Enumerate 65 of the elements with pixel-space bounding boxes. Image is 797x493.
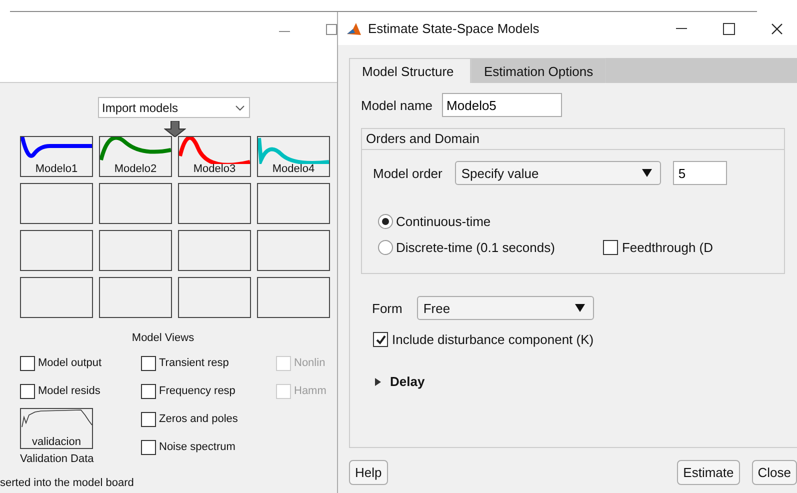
dropdown-arrow-icon <box>575 304 586 312</box>
model-tile[interactable]: Modelo2 <box>99 136 172 177</box>
model-order-dropdown[interactable]: Specify value <box>455 161 662 185</box>
empty-model-slot[interactable] <box>20 183 93 224</box>
dialog-button[interactable]: Close <box>752 460 797 485</box>
checkbox[interactable] <box>20 384 35 398</box>
checkbox[interactable] <box>373 332 388 347</box>
dropdown-arrow-icon <box>642 169 652 177</box>
checkbox-label[interactable]: Model resids <box>38 385 100 397</box>
radio-button[interactable] <box>378 240 393 255</box>
empty-model-slot[interactable] <box>257 230 330 271</box>
status-text: serted into the model board <box>0 477 135 489</box>
checkbox[interactable] <box>141 412 156 426</box>
collapsed-triangle-icon[interactable] <box>375 378 381 386</box>
app-icon <box>346 20 362 36</box>
section-title: Model Views <box>130 332 196 344</box>
import-dropdown[interactable]: Import models <box>98 97 250 118</box>
validation-caption: Validation Data <box>20 453 95 465</box>
checkbox-label[interactable]: Include disturbance component (K) <box>392 332 594 347</box>
empty-model-slot[interactable] <box>99 230 172 271</box>
maximize-icon[interactable] <box>723 22 735 34</box>
checkbox[interactable] <box>141 356 156 370</box>
checkbox[interactable] <box>141 440 156 454</box>
radio-button[interactable] <box>378 214 393 229</box>
section-toggle[interactable]: Delay <box>390 374 425 389</box>
empty-model-slot[interactable] <box>178 230 251 271</box>
dialog-button[interactable]: Estimate <box>677 460 740 485</box>
empty-model-slot[interactable] <box>20 277 93 318</box>
empty-model-slot[interactable] <box>178 277 251 318</box>
chevron-down-icon <box>235 104 245 110</box>
down-arrow-icon <box>164 121 186 137</box>
validation-data-tile[interactable]: validacion <box>20 408 93 449</box>
empty-model-slot[interactable] <box>178 183 251 224</box>
empty-model-slot[interactable] <box>257 277 330 318</box>
model-order-field[interactable]: 5 <box>673 161 728 185</box>
empty-model-slot[interactable] <box>99 183 172 224</box>
checkbox-label[interactable]: Noise spectrum <box>159 441 236 453</box>
empty-model-slot[interactable] <box>257 183 330 224</box>
checkbox-label[interactable]: Model output <box>38 357 102 369</box>
checkbox-label[interactable]: Feedthrough (D <box>622 240 714 255</box>
empty-model-slot[interactable] <box>99 277 172 318</box>
radio-label[interactable]: Discrete-time (0.1 seconds) <box>396 240 555 255</box>
model-tile[interactable]: Modelo1 <box>20 136 93 177</box>
checkbox[interactable] <box>20 356 35 370</box>
model-name-field[interactable]: Modelo5 <box>442 93 562 117</box>
checkbox-label[interactable]: Frequency resp <box>159 385 236 397</box>
empty-model-slot[interactable] <box>20 230 93 271</box>
form-dropdown[interactable]: Free <box>417 296 594 320</box>
radio-label[interactable]: Continuous-time <box>396 214 491 229</box>
group-title: Orders and Domain <box>362 129 784 150</box>
field-label: Model name <box>361 98 433 112</box>
checkbox-label[interactable]: Transient resp <box>159 357 229 369</box>
checkbox-label[interactable]: Zeros and poles <box>159 413 238 425</box>
window-title: Estimate State-Space Models <box>368 21 540 36</box>
tab[interactable]: Estimation Options <box>471 58 606 83</box>
checkbox[interactable] <box>141 384 156 398</box>
tab[interactable]: Model Structure <box>349 58 471 83</box>
close-icon[interactable] <box>771 22 783 34</box>
field-label: Model order <box>373 166 442 180</box>
field-label: Form <box>372 300 402 316</box>
model-tile[interactable]: Modelo3 <box>178 136 251 177</box>
checkbox[interactable] <box>602 240 618 255</box>
signal-curve <box>20 409 92 429</box>
model-tile[interactable]: Modelo4 <box>257 136 330 177</box>
dialog-button[interactable]: Help <box>349 460 388 485</box>
